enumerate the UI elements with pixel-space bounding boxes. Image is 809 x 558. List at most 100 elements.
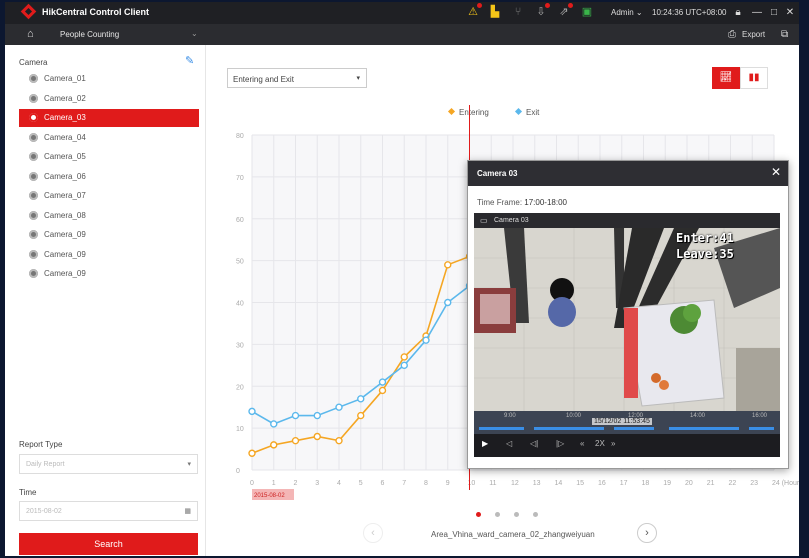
camera-label: Camera_07 <box>44 191 86 200</box>
camera-label: Camera_08 <box>44 210 86 220</box>
x-tick-label: 8 <box>424 480 428 487</box>
camera-list-item[interactable]: Camera_09 <box>19 226 199 244</box>
time-label: Time <box>19 488 37 497</box>
search-button[interactable]: Search <box>19 533 198 555</box>
x-tick-label: 1 <box>272 480 276 487</box>
folder-icon: ▭ <box>480 216 488 225</box>
fullscreen-icon[interactable]: ⧉ <box>781 29 788 40</box>
module-bar: ⌂ People Counting ⌄ ⎙ Export ⧉ <box>5 24 799 45</box>
camera-list-item[interactable]: Camera_09 <box>19 265 199 283</box>
camera-icon <box>29 191 38 200</box>
page-dot[interactable] <box>495 512 500 517</box>
app-title: HikCentral Control Client <box>42 7 150 17</box>
popup-header: Camera 03 ✕ <box>468 161 788 186</box>
leave-count: Leave:35 <box>676 247 734 261</box>
status-icon[interactable]: ▣ <box>581 6 593 19</box>
x-tick-label: 12 <box>511 480 519 487</box>
recording-segment <box>669 427 739 430</box>
playback-speed: 2X <box>595 439 605 448</box>
camera-list-item[interactable]: Camera_05 <box>19 148 199 166</box>
camera-icon <box>29 113 38 122</box>
data-point-exit <box>270 420 278 428</box>
page-dot[interactable] <box>476 512 481 517</box>
notification-icon[interactable]: ⇗ <box>558 3 573 19</box>
data-point-exit <box>335 403 343 411</box>
camera-list-item[interactable]: Camera_08 <box>19 207 199 225</box>
step-forward-icon[interactable]: |▷ <box>556 439 564 448</box>
camera-list-item[interactable]: Camera_06 <box>19 168 199 186</box>
time-date-field[interactable]: 2015-08-02 ▦ <box>19 501 198 521</box>
calendar-icon[interactable]: ▦ <box>184 507 191 515</box>
page-dot[interactable] <box>514 512 519 517</box>
camera-list-item[interactable]: Camera_09 <box>19 246 199 264</box>
recording-segment <box>479 427 524 430</box>
chevron-down-icon[interactable]: ⌄ <box>191 29 198 38</box>
stop-icon[interactable]: ◁ <box>506 439 512 448</box>
y-tick-label: 30 <box>236 342 244 349</box>
y-tick-label: 10 <box>236 426 244 433</box>
video-name: Camera 03 <box>494 217 529 224</box>
x-tick-label: 20 <box>685 480 693 487</box>
playback-controls: ▶ ◁ ◁| |▷ « 2X » <box>474 434 780 457</box>
camera-label: Camera_03 <box>44 113 86 122</box>
data-point-exit <box>357 395 365 403</box>
x-tick-label: 18 <box>642 480 650 487</box>
minimize-icon[interactable]: — <box>751 6 763 19</box>
camera-list-item[interactable]: Camera_04 <box>19 129 199 147</box>
x-tick-label: 16 <box>598 480 606 487</box>
network-icon[interactable]: ⑂ <box>512 6 524 19</box>
camera-icon <box>29 269 38 278</box>
camera-list-item[interactable]: Camera_03 <box>19 109 199 127</box>
enter-count: Enter:41 <box>676 231 734 245</box>
app-window: HikCentral Control Client ⚠ ▙ ⑂ ⇩ ⇗ ▣ Ad… <box>5 2 799 556</box>
close-icon[interactable]: ✕ <box>771 165 781 179</box>
previous-area-button[interactable]: ‹ <box>363 523 383 543</box>
data-point-entering <box>378 386 387 395</box>
report-type-select[interactable]: Daily Report ▾ <box>19 454 198 474</box>
camera-label: Camera_01 <box>44 74 86 83</box>
event-icon[interactable]: ▙ <box>489 6 501 19</box>
camera-label: Camera_09 <box>44 230 86 239</box>
data-point-exit <box>313 411 321 420</box>
edit-icon[interactable]: ✎ <box>185 54 194 67</box>
camera-label: Camera_04 <box>44 132 86 142</box>
close-icon[interactable]: ✕ <box>784 6 796 19</box>
next-area-button[interactable]: › <box>637 523 657 543</box>
camera-list-item[interactable]: Camera_07 <box>19 187 199 205</box>
recording-segment <box>534 427 604 430</box>
video-player[interactable]: ▭ Camera 03 Enter:41 Leave:35 9:00 10:00… <box>474 213 780 457</box>
play-icon[interactable]: ▶ <box>482 439 488 448</box>
export-icon[interactable]: ⎙ <box>728 29 736 40</box>
alarm-icon[interactable]: ⚠ <box>467 3 482 19</box>
camera-list-item[interactable]: Camera_02 <box>19 90 199 108</box>
camera-list-item[interactable]: Camera_01 <box>19 70 199 88</box>
module-tab-people-counting[interactable]: People Counting <box>60 30 119 39</box>
recording-segment <box>614 427 654 430</box>
x-tick-label: 11 <box>489 480 496 487</box>
download-icon[interactable]: ⇩ <box>535 3 550 19</box>
speed-up-icon[interactable]: » <box>611 439 615 448</box>
x-tick-label: 2 <box>294 480 298 487</box>
video-header: ▭ Camera 03 <box>474 213 780 228</box>
x-tick-label: 5 <box>359 480 363 487</box>
y-tick-label: 60 <box>236 217 244 224</box>
camera-icon <box>29 249 38 259</box>
timeline-tick: 14:00 <box>690 413 706 419</box>
maximize-icon[interactable]: □ <box>768 6 780 19</box>
page-dot[interactable] <box>533 512 538 517</box>
cursor-date-label: 2015-08-02 <box>254 493 285 499</box>
x-tick-label: 17 <box>620 480 628 487</box>
data-point-exit <box>422 336 430 344</box>
y-tick-label: 20 <box>236 384 244 391</box>
slow-down-icon[interactable]: « <box>580 439 584 448</box>
user-menu[interactable]: Admin ⌄ <box>611 8 643 17</box>
home-icon[interactable]: ⌂ <box>27 28 34 40</box>
export-button[interactable]: Export <box>742 30 765 39</box>
lock-icon[interactable]: 🔒︎ <box>732 6 744 19</box>
camera-label: Camera_02 <box>44 93 86 103</box>
user-name: Admin <box>611 8 634 17</box>
x-tick-label: 14 <box>555 480 563 487</box>
x-tick-label: 21 <box>707 480 715 487</box>
y-tick-label: 40 <box>236 301 244 308</box>
step-back-icon[interactable]: ◁| <box>530 439 538 448</box>
